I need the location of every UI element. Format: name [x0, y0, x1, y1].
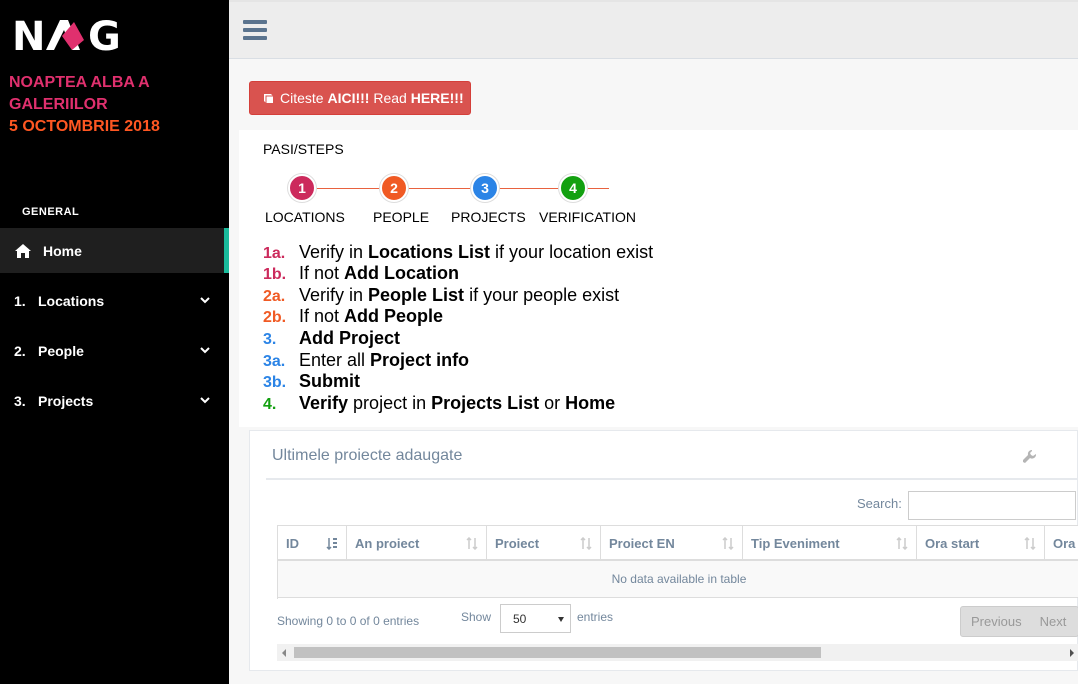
sort-desc-icon	[326, 538, 337, 550]
sort-icon	[580, 537, 592, 550]
sort-icon	[466, 537, 478, 550]
page-size-value: 50	[513, 611, 527, 626]
instruction-3a: 3a. Enter all Project info	[263, 350, 470, 370]
table-info: Showing 0 to 0 of 0 entries	[277, 614, 420, 628]
instruction-3b: 3b. Submit	[263, 371, 360, 391]
sort-icon	[722, 537, 734, 550]
step-4-circle: 4	[559, 174, 587, 202]
svg-text:G: G	[88, 14, 121, 54]
table-empty-row: No data available in table	[278, 561, 1078, 598]
sidebar-item-home[interactable]: Home	[0, 228, 229, 273]
step-3-label: PROJECTS	[451, 209, 526, 225]
latest-projects-panel: Ultimele proiecte adaugate Search: ID An…	[249, 430, 1078, 671]
step-3-circle: 3	[471, 174, 499, 202]
projects-table: ID An proiect Proiect Proiect EN Tip Eve…	[277, 525, 1078, 599]
steps-panel: PASI/STEPS 1 2 3 4 LOCATIONS PEOPLE PROJ…	[239, 130, 1078, 427]
scroll-right-icon[interactable]	[1070, 649, 1074, 657]
wrench-icon[interactable]	[1022, 449, 1037, 464]
scroll-left-icon[interactable]	[282, 649, 286, 657]
step-2-label: PEOPLE	[373, 209, 430, 225]
sidebar-item-label: Locations	[38, 293, 105, 309]
sidebar-item-home-label: Home	[43, 242, 82, 259]
chevron-down-icon	[200, 297, 210, 304]
pagination: Previous Next	[960, 606, 1078, 637]
event-title: NOAPTEA ALBA A GALERIILOR 5 OCTOMBRIE 20…	[9, 72, 160, 138]
instruction-1a: 1a. Verify in Locations List if your loca…	[263, 242, 654, 262]
menu-toggle-icon[interactable]	[243, 20, 267, 40]
sidebar-section-general: GENERAL	[22, 206, 80, 218]
sidebar-item-people[interactable]: 2. People	[0, 331, 229, 371]
column-header-ora[interactable]: Ora	[1045, 526, 1078, 560]
column-header-id[interactable]: ID	[278, 526, 347, 560]
sort-icon	[1024, 537, 1036, 550]
sidebar-item-label: People	[38, 343, 84, 359]
column-header-an-proiect[interactable]: An proiect	[347, 526, 487, 560]
event-title-line1: NOAPTEA ALBA A	[9, 74, 150, 91]
entries-label: entries	[577, 610, 614, 624]
search-input[interactable]	[908, 491, 1076, 520]
step-4-label: VERIFICATION	[539, 209, 636, 225]
top-nav	[229, 2, 1078, 59]
logo-graphic: N G	[12, 14, 121, 60]
sidebar-item-locations[interactable]: 1. Locations	[0, 281, 229, 321]
sidebar-item-number: 2.	[14, 343, 26, 359]
next-button[interactable]: Next	[1040, 614, 1067, 629]
column-header-tip-eveniment[interactable]: Tip Eveniment	[743, 526, 917, 560]
main-content: Citeste AICI!!! Read HERE!!! PASI/STEPS …	[229, 0, 1078, 684]
sidebar-item-projects[interactable]: 3. Projects	[0, 381, 229, 421]
event-date: 5 OCTOMBRIE 2018	[9, 118, 160, 135]
column-header-proiect-en[interactable]: Proiect EN	[601, 526, 743, 560]
instruction-4: 4. Verify project in Projects List or Hom…	[263, 393, 616, 413]
sidebar-item-label: Projects	[38, 393, 94, 409]
table-header: ID An proiect Proiect Proiect EN Tip Eve…	[278, 525, 1078, 561]
caret-down-icon	[558, 617, 564, 622]
instruction-2a: 2a. Verify in People List if your people …	[263, 285, 620, 305]
column-header-proiect[interactable]: Proiect	[487, 526, 601, 560]
instruction-1b: 1b. If not Add Location	[263, 263, 460, 283]
show-label: Show	[461, 610, 492, 624]
svg-text:N: N	[12, 14, 45, 54]
nag-logo[interactable]: N G	[12, 14, 142, 60]
panel-title: Ultimele proiecte adaugate	[272, 447, 463, 464]
event-title-line2: GALERIILOR	[9, 96, 108, 113]
sidebar-item-number: 1.	[14, 293, 26, 309]
page-size-select[interactable]: 50	[500, 604, 571, 633]
step-1-label: LOCATIONS	[265, 209, 345, 225]
panel-divider	[266, 478, 1078, 480]
instruction-2b: 2b. If not Add People	[263, 306, 444, 326]
step-1-circle: 1	[288, 174, 316, 202]
column-header-ora-start[interactable]: Ora start	[917, 526, 1045, 560]
home-icon	[14, 243, 32, 259]
step-2-circle: 2	[380, 174, 408, 202]
instruction-3: 3. Add Project	[263, 328, 401, 348]
chevron-down-icon	[200, 397, 210, 404]
search-label: Search:	[857, 496, 902, 511]
sidebar-item-number: 3.	[14, 393, 26, 409]
scrollbar-thumb[interactable]	[294, 647, 821, 658]
sidebar: N G NOAPTEA ALBA A GALERIILOR 5 OCTOMBRI…	[0, 0, 229, 684]
book-icon	[264, 94, 273, 103]
read-button-text: Citeste AICI!!! Read HERE!!!	[280, 90, 464, 106]
steps-title: PASI/STEPS	[263, 141, 344, 157]
horizontal-scrollbar[interactable]	[277, 644, 1078, 661]
read-here-button[interactable]: Citeste AICI!!! Read HERE!!!	[249, 81, 471, 115]
previous-button[interactable]: Previous	[971, 614, 1022, 629]
sort-icon	[896, 537, 908, 550]
chevron-down-icon	[200, 347, 210, 354]
